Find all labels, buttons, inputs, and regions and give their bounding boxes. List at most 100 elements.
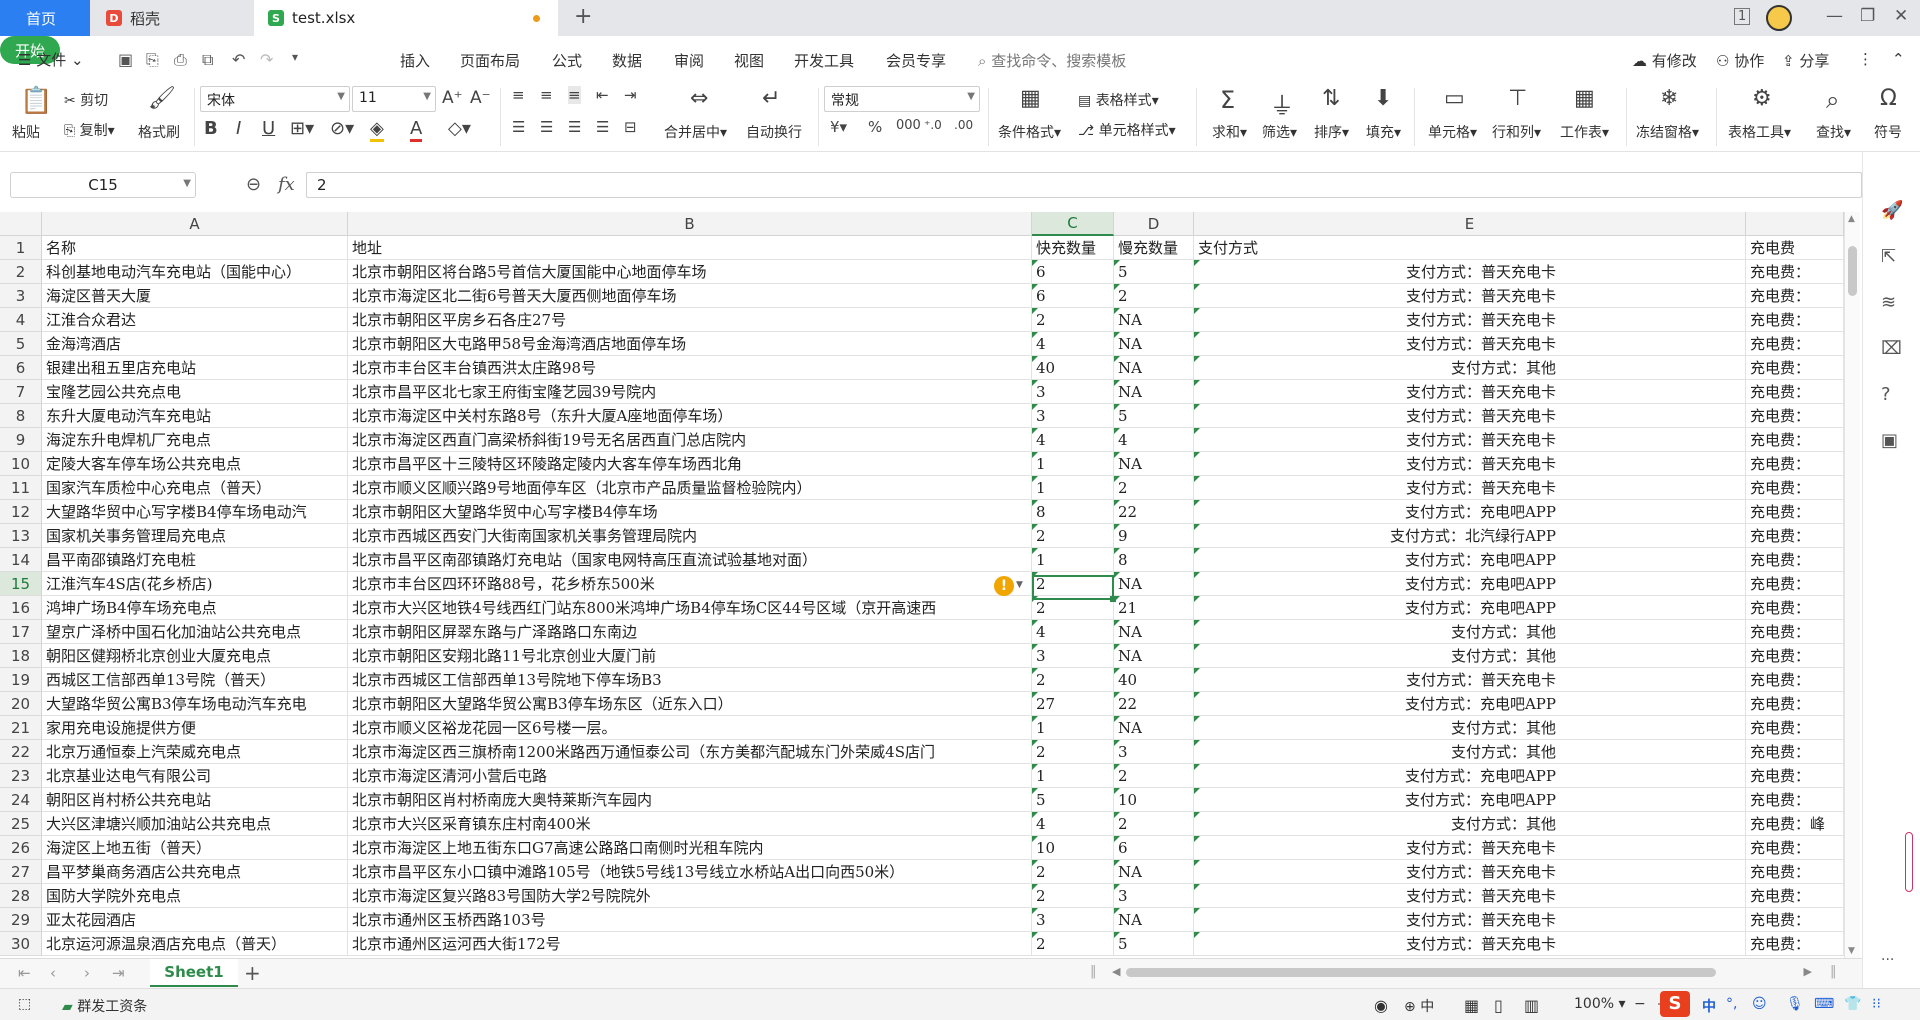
- cell-slow-count[interactable]: 22: [1114, 500, 1194, 524]
- row-number[interactable]: 11: [0, 476, 42, 500]
- cell-name[interactable]: 大望路华贸公寓B3停车场电动汽车充电: [42, 692, 348, 716]
- row-number[interactable]: 21: [0, 716, 42, 740]
- cell-slow-count[interactable]: NA: [1114, 452, 1194, 476]
- cell-fee[interactable]: 充电费：: [1746, 356, 1844, 380]
- cell-name[interactable]: 海淀东升电焊机厂充电点: [42, 428, 348, 452]
- cell-fast-count[interactable]: 4: [1032, 332, 1114, 356]
- command-search[interactable]: ⌕ 查找命令、搜索模板: [978, 50, 1126, 71]
- cell-payment[interactable]: 支付方式：充电吧APP: [1194, 548, 1746, 572]
- freeze-icon[interactable]: ❄: [1660, 86, 1678, 111]
- cell-slow-count[interactable]: 21: [1114, 596, 1194, 620]
- cell-address[interactable]: 北京市西城区工信部西单13号院地下停车场B3: [348, 668, 1032, 692]
- cell-address[interactable]: 北京市西城区西安门大街南国家机关事务管理局院内: [348, 524, 1032, 548]
- cell-slow-count[interactable]: 2: [1114, 812, 1194, 836]
- cell-fast-count[interactable]: 3: [1032, 380, 1114, 404]
- cell-icon[interactable]: ▭: [1444, 86, 1465, 111]
- cell-slow-count[interactable]: 4: [1114, 428, 1194, 452]
- cell-fee[interactable]: 充电费：: [1746, 452, 1844, 476]
- vertical-scrollbar[interactable]: ▲ ▼: [1844, 212, 1860, 958]
- cell-address[interactable]: 北京市通州区玉桥西路103号: [348, 908, 1032, 932]
- cell-address[interactable]: 北京市朝阳区大屯路甲58号金海湾酒店地面停车场: [348, 332, 1032, 356]
- cell-slow-count[interactable]: 5: [1114, 932, 1194, 956]
- cell-fast-count[interactable]: 4: [1032, 620, 1114, 644]
- cell-name[interactable]: 国家机关事务管理局充电点: [42, 524, 348, 548]
- cell-name[interactable]: 东升大厦电动汽车充电站: [42, 404, 348, 428]
- microphone-icon[interactable]: 🎙: [1786, 996, 1804, 1012]
- underline-icon[interactable]: U: [262, 118, 275, 139]
- cell-fast-count[interactable]: 2: [1032, 668, 1114, 692]
- cell-address[interactable]: 北京市朝阳区将台路5号首信大厦国能中心地面停车场: [348, 260, 1032, 284]
- row-number[interactable]: 3: [0, 284, 42, 308]
- cell-slow-count[interactable]: 5: [1114, 260, 1194, 284]
- status-mode-icon[interactable]: ⬚: [18, 996, 31, 1012]
- row-number[interactable]: 10: [0, 452, 42, 476]
- cell-payment[interactable]: 支付方式：其他: [1194, 716, 1746, 740]
- file-menu[interactable]: ☰ 文件 ⌄: [18, 49, 84, 70]
- normal-view-icon[interactable]: ▦: [1464, 996, 1479, 1015]
- fill-color-icon[interactable]: ◈: [370, 118, 384, 142]
- font-color-icon[interactable]: A: [410, 118, 423, 142]
- sort-button[interactable]: 排序▾: [1314, 122, 1349, 142]
- cell-fast-count[interactable]: 2: [1032, 860, 1114, 884]
- cell-fast-count[interactable]: 4: [1032, 428, 1114, 452]
- cell-slow-count[interactable]: 10: [1114, 788, 1194, 812]
- name-box[interactable]: C15 ▼: [10, 172, 196, 198]
- cell-fast-count[interactable]: 2: [1032, 308, 1114, 332]
- page-break-view-icon[interactable]: ▥: [1524, 996, 1539, 1015]
- cell-fast-count[interactable]: 6: [1032, 284, 1114, 308]
- scroll-right-icon[interactable]: ▶: [1804, 965, 1812, 978]
- cell-slow-count[interactable]: 40: [1114, 668, 1194, 692]
- cell-fast-count[interactable]: 1: [1032, 716, 1114, 740]
- cell-slow-count[interactable]: NA: [1114, 620, 1194, 644]
- last-sheet-icon[interactable]: ⇥: [112, 964, 125, 982]
- row-number[interactable]: 26: [0, 836, 42, 860]
- table-tools-icon[interactable]: ⚙: [1752, 86, 1772, 111]
- cell-slow-count[interactable]: 22: [1114, 692, 1194, 716]
- print-icon[interactable]: ⎙: [174, 50, 187, 70]
- row-number[interactable]: 4: [0, 308, 42, 332]
- cell-fee[interactable]: 充电费：: [1746, 668, 1844, 692]
- next-sheet-icon[interactable]: ›: [84, 964, 90, 982]
- fill-button[interactable]: 填充▾: [1366, 122, 1401, 142]
- filter-button[interactable]: 筛选▾: [1262, 122, 1297, 142]
- header-cell-slow[interactable]: 慢充数量: [1114, 236, 1194, 260]
- cell-slow-count[interactable]: 9: [1114, 524, 1194, 548]
- page-layout-view-icon[interactable]: ▯: [1494, 996, 1503, 1015]
- cell-address[interactable]: 北京市丰台区丰台镇西洪太庄路98号: [348, 356, 1032, 380]
- cell-slow-count[interactable]: NA: [1114, 308, 1194, 332]
- col-header-c[interactable]: C: [1032, 212, 1114, 236]
- conditional-format-button[interactable]: 条件格式▾: [998, 122, 1061, 142]
- cell-payment[interactable]: 支付方式：普天充电卡: [1194, 884, 1746, 908]
- worksheet-button[interactable]: 工作表▾: [1560, 122, 1609, 142]
- restore-icon[interactable]: ❐: [1860, 6, 1875, 26]
- cell-fast-count[interactable]: 2: [1032, 932, 1114, 956]
- zoom-formula-icon[interactable]: ⊖: [246, 174, 261, 195]
- cell-payment[interactable]: 支付方式：其他: [1194, 620, 1746, 644]
- number-format-select[interactable]: 常规 ▼: [824, 86, 980, 112]
- cell-name[interactable]: 朝阳区健翔桥北京创业大厦充电点: [42, 644, 348, 668]
- cell-fast-count[interactable]: 1: [1032, 452, 1114, 476]
- ime-skin-icon[interactable]: 👕: [1844, 996, 1861, 1012]
- increase-decimal-icon[interactable]: ⁺.0: [924, 118, 942, 132]
- brush-icon[interactable]: 🖌: [148, 86, 176, 111]
- clear-format-icon[interactable]: ◇▾: [448, 118, 471, 139]
- splitter-icon[interactable]: ‖: [1090, 964, 1097, 979]
- select-all-corner[interactable]: [0, 212, 42, 236]
- cell-payment[interactable]: 支付方式：充电吧APP: [1194, 572, 1746, 596]
- cut-button[interactable]: ✂ 剪切: [64, 90, 108, 110]
- cell-name[interactable]: 宝隆艺园公共充点电: [42, 380, 348, 404]
- fx-icon[interactable]: fx: [278, 174, 295, 195]
- modified-button[interactable]: ☁ 有修改: [1632, 50, 1697, 71]
- cell-fast-count[interactable]: 27: [1032, 692, 1114, 716]
- formula-input[interactable]: 2: [306, 172, 1862, 198]
- cell-slow-count[interactable]: NA: [1114, 356, 1194, 380]
- cell-fast-count[interactable]: 4: [1032, 812, 1114, 836]
- row-number[interactable]: 13: [0, 524, 42, 548]
- payslip-button[interactable]: ▰ 群发工资条: [62, 996, 147, 1016]
- row-number[interactable]: 15: [0, 572, 42, 596]
- cell-payment[interactable]: 支付方式：普天充电卡: [1194, 284, 1746, 308]
- cell-payment[interactable]: 支付方式：充电吧APP: [1194, 788, 1746, 812]
- cell-fee[interactable]: 充电费：: [1746, 524, 1844, 548]
- cell-address[interactable]: 北京市朝阳区平房乡石各庄27号: [348, 308, 1032, 332]
- tab-test-xlsx[interactable]: S test.xlsx: [254, 0, 558, 36]
